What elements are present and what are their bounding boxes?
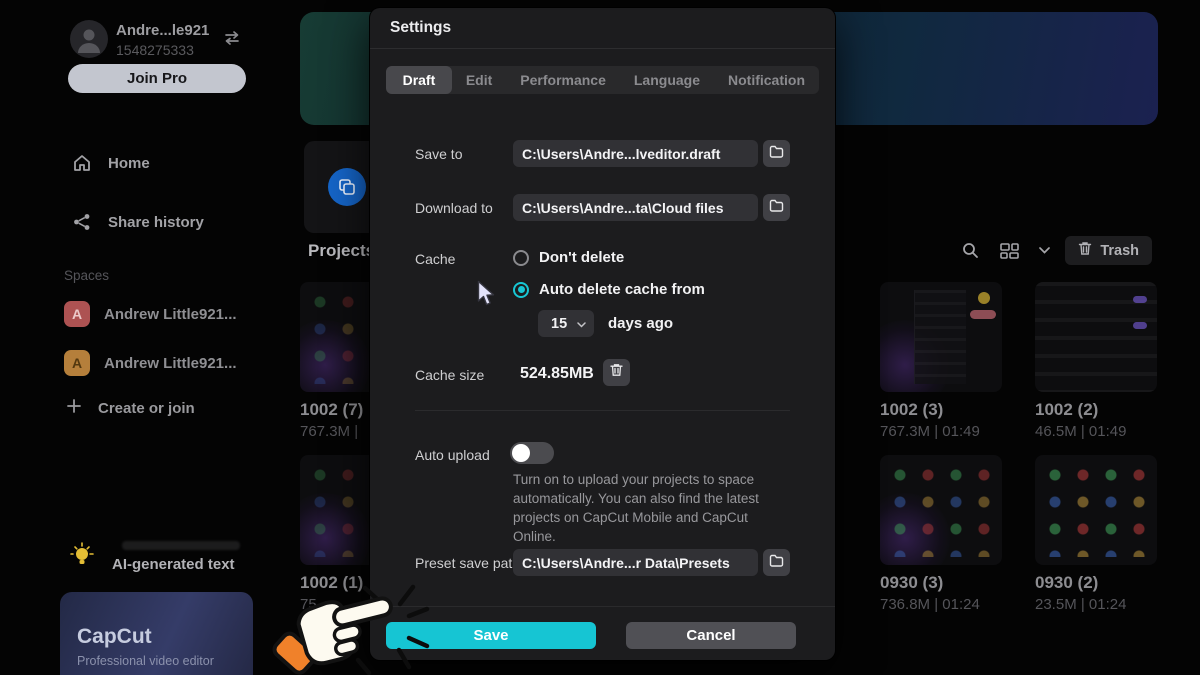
- create-or-join-label: Create or join: [98, 400, 195, 417]
- project-card[interactable]: 0930 (3) 736.8M | 01:24: [880, 455, 1002, 613]
- cache-label: Cache: [415, 251, 455, 267]
- capcut-window: Projects Trash 1002 (7) 767.3M | 1002 (3…: [0, 0, 1200, 675]
- project-card[interactable]: 1002 (2) 46.5M | 01:49: [1035, 282, 1157, 440]
- space-badge: A: [64, 350, 90, 376]
- download-to-browse-button[interactable]: [763, 194, 790, 221]
- tab-edit[interactable]: Edit: [452, 66, 506, 94]
- auto-upload-label: Auto upload: [415, 447, 490, 463]
- grid-view-icon[interactable]: [997, 238, 1023, 264]
- divider: [415, 410, 790, 411]
- settings-dialog: Settings Draft Edit Performance Language…: [370, 8, 835, 660]
- plus-icon: [66, 398, 82, 418]
- project-name: 0930 (2): [1035, 573, 1157, 593]
- space-name: Andrew Little921...: [104, 306, 237, 323]
- avatar[interactable]: [70, 20, 108, 58]
- space-item[interactable]: A Andrew Little921...: [64, 350, 237, 376]
- sidebar: Andre...le921 1548275333 Join Pro Home S…: [0, 0, 280, 675]
- switch-account-icon[interactable]: [222, 28, 242, 48]
- project-name: 0930 (3): [880, 573, 1002, 593]
- project-card[interactable]: 0930 (2) 23.5M | 01:24: [1035, 455, 1157, 613]
- auto-upload-description: Turn on to upload your projects to space…: [513, 470, 788, 546]
- chevron-down-icon: [577, 316, 586, 332]
- folder-icon: [769, 199, 784, 217]
- cache-size-label: Cache size: [415, 367, 484, 383]
- project-thumbnail: [880, 282, 1002, 392]
- dialog-title: Settings: [390, 19, 451, 37]
- project-name: 1002 (3): [880, 400, 1002, 420]
- cache-option-auto-delete[interactable]: Auto delete cache from: [513, 281, 705, 298]
- cache-size-value: 524.85MB: [520, 365, 594, 383]
- cache-option-dont-delete[interactable]: Don't delete: [513, 249, 624, 266]
- auto-upload-toggle[interactable]: [510, 442, 554, 464]
- project-card[interactable]: 1002 (3) 767.3M | 01:49: [880, 282, 1002, 440]
- share-icon: [72, 212, 92, 232]
- trash-button[interactable]: Trash: [1065, 236, 1152, 265]
- preset-browse-button[interactable]: [763, 549, 790, 576]
- join-pro-button[interactable]: Join Pro: [68, 64, 246, 93]
- radio-selected-icon: [513, 282, 529, 298]
- days-suffix-label: days ago: [608, 315, 673, 332]
- space-name: Andrew Little921...: [104, 355, 237, 372]
- days-dropdown[interactable]: 15: [538, 310, 594, 337]
- tab-language[interactable]: Language: [620, 66, 714, 94]
- capcut-tagline: Professional video editor: [77, 654, 214, 668]
- home-icon: [72, 153, 92, 173]
- trash-button-label: Trash: [1100, 243, 1139, 259]
- chevron-down-icon[interactable]: [1037, 238, 1051, 264]
- mouse-cursor-icon: [477, 280, 496, 312]
- save-to-browse-button[interactable]: [763, 140, 790, 167]
- faded-banner-text: [122, 541, 240, 550]
- save-to-label: Save to: [415, 146, 462, 162]
- preset-save-path-label: Preset save path: [415, 555, 520, 571]
- trash-icon: [1078, 241, 1092, 260]
- capcut-logo: CapCut: [77, 625, 152, 649]
- ai-banner-label: AI-generated text: [112, 556, 312, 573]
- projects-heading: Projects: [308, 241, 375, 261]
- days-value: 15: [551, 316, 567, 332]
- spaces-heading: Spaces: [64, 268, 109, 283]
- download-to-label: Download to: [415, 200, 493, 216]
- preset-save-path-input[interactable]: C:\Users\Andre...r Data\Presets: [513, 549, 758, 576]
- search-icon[interactable]: [957, 238, 983, 264]
- sidebar-item-share-history[interactable]: Share history: [72, 212, 204, 232]
- user-name: Andre...le921: [116, 22, 209, 39]
- project-thumbnail: [880, 455, 1002, 565]
- project-thumbnail: [1035, 282, 1157, 392]
- download-to-input[interactable]: C:\Users\Andre...ta\Cloud files: [513, 194, 758, 221]
- space-badge: A: [64, 301, 90, 327]
- tab-draft[interactable]: Draft: [386, 66, 452, 94]
- project-meta: 23.5M | 01:24: [1035, 596, 1157, 613]
- capcut-brand-card: CapCut Professional video editor: [60, 592, 253, 675]
- sidebar-item-home[interactable]: Home: [72, 153, 150, 173]
- projects-toolbar: Trash: [957, 236, 1152, 265]
- divider: [370, 606, 835, 607]
- radio-label: Don't delete: [539, 249, 624, 266]
- create-or-join-button[interactable]: Create or join: [66, 398, 195, 418]
- gallery-icon: [328, 168, 366, 206]
- save-to-input[interactable]: C:\Users\Andre...lveditor.draft: [513, 140, 758, 167]
- clear-cache-button[interactable]: [603, 359, 630, 386]
- pointing-hand-icon: [272, 578, 432, 675]
- tab-performance[interactable]: Performance: [506, 66, 620, 94]
- project-name: 1002 (2): [1035, 400, 1157, 420]
- user-id: 1548275333: [116, 42, 194, 58]
- folder-icon: [769, 554, 784, 572]
- settings-tabbar: Draft Edit Performance Language Notifica…: [386, 66, 819, 94]
- radio-label: Auto delete cache from: [539, 281, 705, 298]
- toggle-knob: [512, 444, 530, 462]
- project-meta: 736.8M | 01:24: [880, 596, 1002, 613]
- space-item[interactable]: A Andrew Little921...: [64, 301, 237, 327]
- divider: [370, 48, 835, 49]
- lightbulb-icon: [70, 542, 94, 575]
- project-thumbnail: [1035, 455, 1157, 565]
- project-meta: 767.3M | 01:49: [880, 423, 1002, 440]
- trash-icon: [610, 363, 623, 382]
- sidebar-item-label: Home: [108, 155, 150, 172]
- tab-notification[interactable]: Notification: [714, 66, 819, 94]
- project-meta: 46.5M | 01:49: [1035, 423, 1157, 440]
- folder-icon: [769, 145, 784, 163]
- sidebar-item-label: Share history: [108, 214, 204, 231]
- cancel-button[interactable]: Cancel: [626, 622, 796, 649]
- radio-icon: [513, 250, 529, 266]
